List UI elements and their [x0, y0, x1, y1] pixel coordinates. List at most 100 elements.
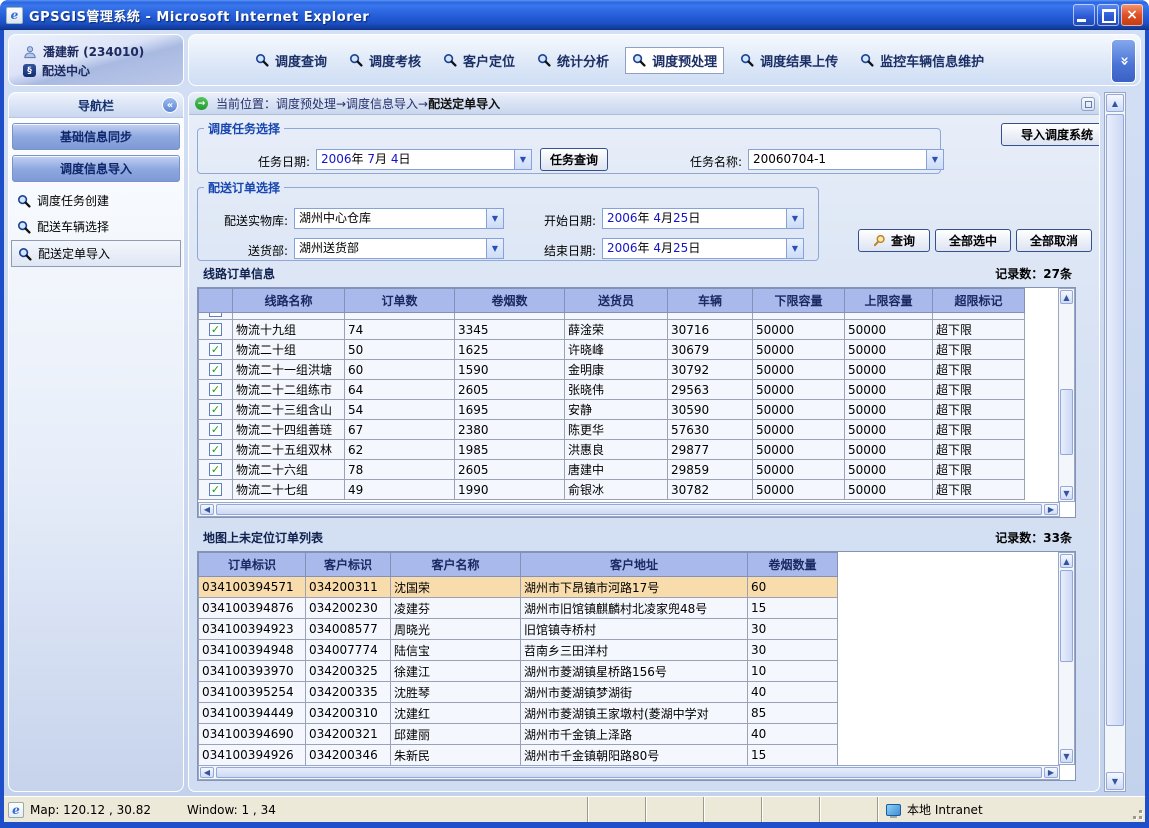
orders-table-hscrollbar[interactable]: ◀ ▶: [198, 765, 1060, 780]
row-checkbox[interactable]: ✓: [209, 323, 222, 336]
maximize-button[interactable]: [1097, 4, 1119, 26]
start-date-combo[interactable]: 2006年 4月25日 ▼: [602, 208, 804, 229]
row-checkbox[interactable]: ✓: [209, 443, 222, 456]
table-row[interactable]: 034100395254034200335沈胜琴湖州市菱湖镇梦湖街40: [199, 682, 838, 703]
sidebar-item-1[interactable]: 调度任务创建: [11, 188, 181, 213]
orders-table-vscrollbar[interactable]: ▲ ▼: [1058, 552, 1075, 765]
table-cell: 40: [748, 682, 838, 703]
table-cell: 旧馆镇寺桥村: [521, 619, 748, 640]
row-checkbox[interactable]: ✓: [209, 483, 222, 496]
table-cell: 034100394926: [199, 745, 306, 766]
page-vscrollbar[interactable]: ▲ ▼: [1104, 92, 1126, 792]
select-all-button[interactable]: 全部选中: [935, 229, 1011, 252]
table-cell: 74: [345, 320, 455, 340]
status-pane: [587, 797, 645, 822]
scroll-up-icon[interactable]: ▲: [1060, 554, 1073, 568]
chevron-down-icon[interactable]: ▼: [926, 150, 943, 169]
close-button[interactable]: ×: [1121, 4, 1143, 26]
toolbar-item-6[interactable]: 调度结果上传: [734, 48, 844, 73]
hscroll-thumb[interactable]: [216, 504, 1042, 515]
task-name-combo[interactable]: 20060704-1 ▼: [748, 149, 944, 170]
task-query-button[interactable]: 任务查询: [540, 148, 608, 171]
column-header: 车辆: [668, 289, 753, 313]
vscroll-thumb[interactable]: [1060, 389, 1073, 455]
row-checkbox[interactable]: ✓: [209, 363, 222, 376]
chevron-down-icon[interactable]: ▼: [514, 150, 531, 169]
table-row[interactable]: ✓物流十九组743345薛淦荣307165000050000超下限: [199, 320, 1025, 340]
chevron-down-icon[interactable]: ▼: [486, 239, 503, 258]
toolbar-item-1[interactable]: 调度查询: [249, 48, 333, 73]
table-row[interactable]: ✓物流二十组501625许晓峰306795000050000超下限: [199, 340, 1025, 360]
end-date-combo[interactable]: 2006年 4月25日 ▼: [602, 238, 804, 259]
query-button[interactable]: 查询: [858, 229, 930, 252]
table-row[interactable]: ✓物流二十四组善琏672380陈更华576305000050000超下限: [199, 420, 1025, 440]
row-checkbox[interactable]: ✓: [209, 423, 222, 436]
import-to-dispatch-button[interactable]: 导入调度系统: [1001, 123, 1100, 146]
scroll-left-icon[interactable]: ◀: [200, 767, 214, 778]
scroll-up-icon[interactable]: ▲: [1106, 94, 1124, 112]
magnifier-icon: [860, 53, 874, 67]
row-checkbox[interactable]: ✓: [209, 463, 222, 476]
route-table-vscrollbar[interactable]: ▲ ▼: [1058, 288, 1075, 502]
table-row[interactable]: 034100394876034200230凌建芬湖州市旧馆镇麒麟村北凌家兜48号…: [199, 598, 838, 619]
vscroll-thumb[interactable]: [1106, 114, 1124, 726]
table-row[interactable]: ✓物流二十三组含山541695安静305905000050000超下限: [199, 400, 1025, 420]
route-table-hscrollbar[interactable]: ◀ ▶: [198, 502, 1060, 517]
row-checkbox[interactable]: ✓: [209, 313, 222, 317]
sidebar-item-2[interactable]: 配送车辆选择: [11, 214, 181, 239]
chevron-down-icon[interactable]: ▼: [486, 209, 503, 228]
chevron-down-icon[interactable]: ▼: [786, 239, 803, 258]
toolbar-item-3[interactable]: 客户定位: [437, 48, 521, 73]
chevron-down-icon[interactable]: ▼: [786, 209, 803, 228]
scroll-left-icon[interactable]: ◀: [200, 504, 214, 515]
task-date-combo[interactable]: 2006年 7月 4日 ▼: [316, 149, 532, 170]
minimize-button[interactable]: [1073, 4, 1095, 26]
table-row[interactable]: ✓物流二十七组491990俞银冰307825000050000超下限: [199, 480, 1025, 500]
sidebar-collapse-button[interactable]: «: [162, 97, 178, 113]
table-cell: 超下限: [933, 340, 1025, 360]
table-cell: 60: [748, 577, 838, 598]
row-checkbox[interactable]: ✓: [209, 343, 222, 356]
toolbar-item-4[interactable]: 统计分析: [531, 48, 615, 73]
resize-grip[interactable]: [1129, 797, 1145, 822]
row-checkbox[interactable]: ✓: [209, 403, 222, 416]
scroll-down-icon[interactable]: ▼: [1060, 749, 1073, 763]
sidebar-button-base-sync[interactable]: 基础信息同步: [12, 123, 180, 150]
table-row[interactable]: ✓物流二十一组洪塘601590金明康307925000050000超下限: [199, 360, 1025, 380]
table-cell: 30: [748, 640, 838, 661]
scroll-down-icon[interactable]: ▼: [1106, 772, 1124, 790]
warehouse-combo[interactable]: 湖州中心仓库 ▼: [294, 208, 504, 229]
delivery-dept-combo[interactable]: 湖州送货部 ▼: [294, 238, 504, 259]
scroll-up-icon[interactable]: ▲: [1060, 290, 1073, 304]
sidebar-item-3[interactable]: 配送定单导入: [11, 240, 181, 267]
title-bar[interactable]: e GPSGIS管理系统 - Microsoft Internet Explor…: [0, 0, 1149, 30]
table-row[interactable]: ✓物流二十二组练市642605张晓伟295635000050000超下限: [199, 380, 1025, 400]
table-row[interactable]: 034100394948034007774陆信宝苕南乡三田洋村30: [199, 640, 838, 661]
scroll-down-icon[interactable]: ▼: [1060, 486, 1073, 500]
table-cell: 50000: [753, 380, 845, 400]
table-cell: 湖州市旧馆镇麒麟村北凌家兜48号: [521, 598, 748, 619]
table-row[interactable]: 034100393970034200325徐建江湖州市菱湖镇星桥路156号10: [199, 661, 838, 682]
client-area: 潘建新 (234010) § 配送中心 调度查询调度考核客户定位统计分析调度预处…: [4, 30, 1145, 822]
toolbar-item-7[interactable]: 监控车辆信息维护: [854, 48, 990, 73]
row-checkbox[interactable]: ✓: [209, 383, 222, 396]
deselect-all-button[interactable]: 全部取消: [1016, 229, 1092, 252]
table-cell: 1695: [455, 400, 565, 420]
sidebar-button-dispatch-import[interactable]: 调度信息导入: [12, 155, 180, 182]
table-row[interactable]: 034100394926034200346朱新民湖州市千金镇朝阳路80号15: [199, 745, 838, 766]
toolbar-item-5[interactable]: 调度预处理: [625, 47, 724, 74]
panel-restore-button[interactable]: [1081, 97, 1095, 111]
table-row[interactable]: ✓物流二十五组双林621985洪惠良298775000050000超下限: [199, 440, 1025, 460]
toolbar-item-2[interactable]: 调度考核: [343, 48, 427, 73]
toolbar-overflow-button[interactable]: «: [1111, 39, 1136, 83]
table-row[interactable]: 034100394923034008577周晓光旧馆镇寺桥村30: [199, 619, 838, 640]
table-row[interactable]: 034100394690034200321邱建丽湖州市千金镇上泽路40: [199, 724, 838, 745]
scroll-right-icon[interactable]: ▶: [1044, 767, 1058, 778]
table-row[interactable]: ✓物流二十六组782605唐建中298595000050000超下限: [199, 460, 1025, 480]
hscroll-thumb[interactable]: [216, 767, 1042, 778]
table-row[interactable]: 034100394571034200311沈国荣湖州市下昂镇市河路17号60: [199, 577, 838, 598]
table-row[interactable]: 034100394449034200310沈建红湖州市菱湖镇王家墩村(菱湖中学对…: [199, 703, 838, 724]
scroll-right-icon[interactable]: ▶: [1044, 504, 1058, 515]
vscroll-thumb[interactable]: [1060, 570, 1073, 662]
table-cell: 30679: [668, 340, 753, 360]
